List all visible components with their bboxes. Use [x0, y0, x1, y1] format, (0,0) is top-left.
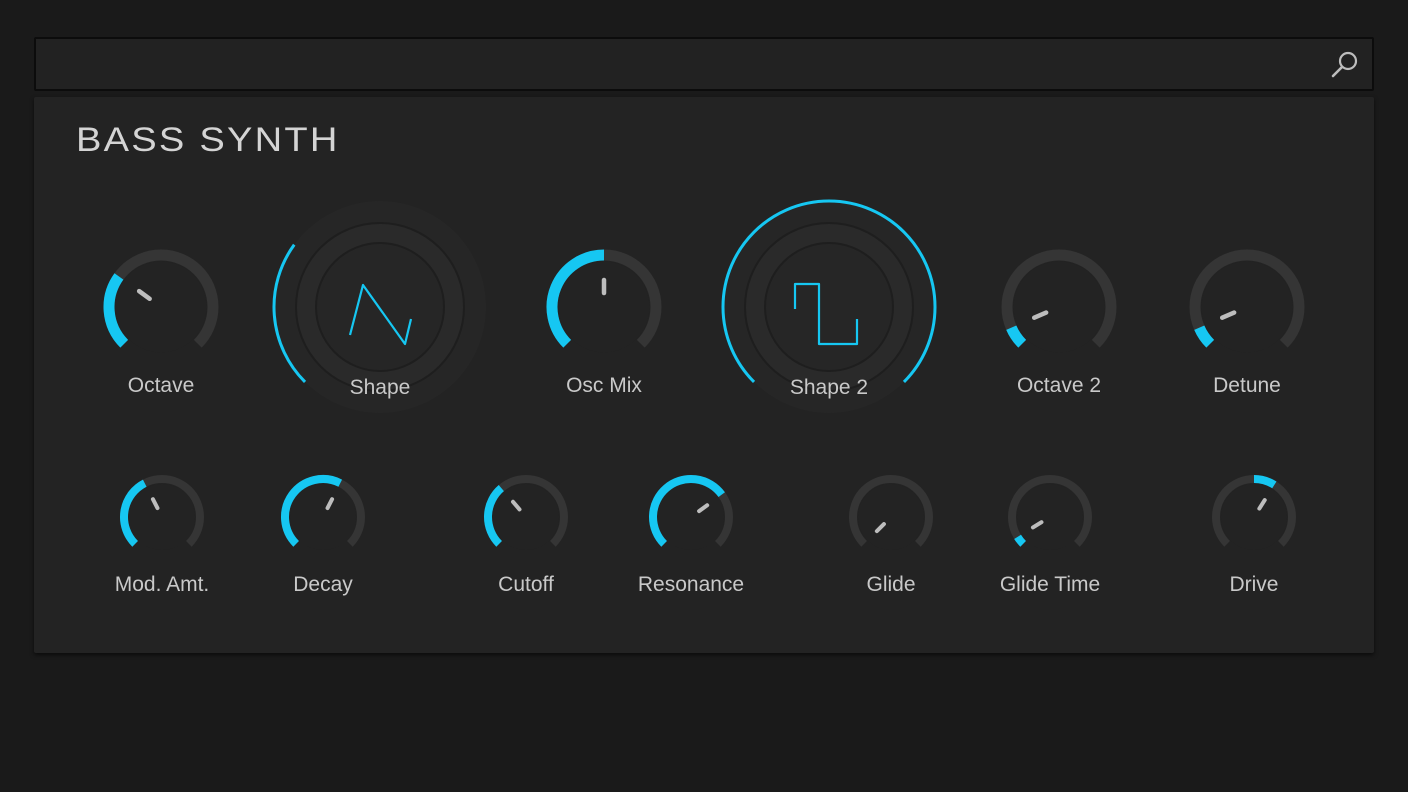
search-icon[interactable]	[1328, 48, 1362, 82]
knob-glide[interactable]	[849, 475, 933, 550]
knob-resonance-face	[658, 484, 724, 550]
knob-osc-mix[interactable]	[546, 249, 662, 353]
knob-glide-time-face	[1017, 484, 1083, 550]
knob-octave-2-face	[1013, 261, 1105, 353]
knob-label-shape: Shape	[349, 376, 411, 399]
synth-panel: BASS SYNTH Octave Shape Osc Mix Shape 2 Octa…	[34, 97, 1374, 653]
knob-label-resonance: Resonance	[637, 573, 745, 596]
knob-label-osc-mix: Osc Mix	[566, 374, 642, 397]
knob-mod-amt[interactable]	[120, 475, 204, 550]
knob-label-mod-amt: Mod. Amt.	[114, 573, 210, 596]
knob-detune-face	[1201, 261, 1293, 353]
knob-octave-2[interactable]	[1001, 249, 1117, 353]
knob-octave[interactable]	[103, 249, 219, 353]
knob-label-glide: Glide	[866, 573, 916, 596]
search-bar	[34, 37, 1374, 91]
knob-detune[interactable]	[1189, 249, 1305, 353]
knob-drive-face	[1221, 484, 1287, 550]
knob-cutoff[interactable]	[484, 475, 568, 550]
knob-decay[interactable]	[281, 475, 365, 550]
knob-label-glide-time: Glide Time	[999, 573, 1101, 596]
knob-glide-time-value-arc	[1014, 534, 1027, 547]
knob-osc-mix-face	[558, 261, 650, 353]
knob-label-decay: Decay	[293, 573, 353, 596]
knob-drive-value-arc	[1253, 475, 1277, 489]
knob-label-drive: Drive	[1229, 573, 1279, 596]
knob-resonance[interactable]	[649, 475, 733, 550]
knob-label-octave: Octave	[127, 374, 195, 397]
knob-shape-2-ring-inner	[764, 242, 894, 372]
knob-octave-face	[115, 261, 207, 353]
knob-glide-time[interactable]	[1008, 475, 1092, 550]
knob-decay-face	[290, 484, 356, 550]
knob-drive[interactable]	[1212, 475, 1296, 550]
knob-cutoff-face	[493, 484, 559, 550]
search-input[interactable]	[46, 47, 1320, 83]
knob-mod-amt-face	[129, 484, 195, 550]
knob-label-cutoff: Cutoff	[498, 573, 554, 596]
knob-label-detune: Detune	[1213, 374, 1281, 397]
knob-label-octave-2: Octave 2	[1016, 374, 1102, 397]
knob-label-shape-2: Shape 2	[789, 376, 869, 399]
knob-glide-face	[858, 484, 924, 550]
